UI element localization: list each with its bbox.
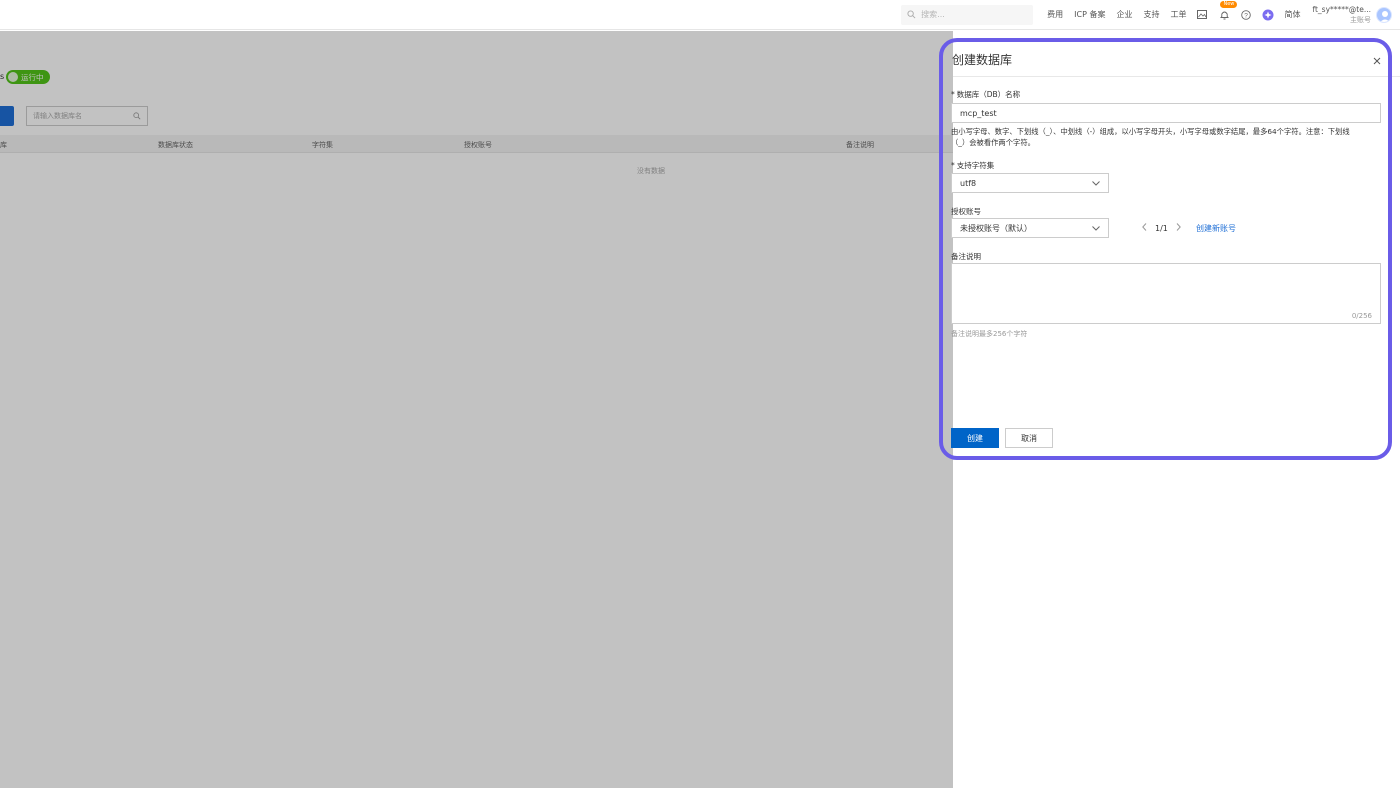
db-name-value: mcp_test xyxy=(960,108,997,118)
modal-overlay[interactable] xyxy=(0,31,953,788)
top-icons: New ? 简体 xyxy=(1196,0,1300,21)
remark-hint: 备注说明最多256个字符 xyxy=(951,330,1028,338)
nav-icp[interactable]: ICP 备案 xyxy=(1074,9,1105,20)
new-badge: New xyxy=(1220,0,1238,8)
close-icon xyxy=(1373,57,1381,65)
account-label: 授权账号 xyxy=(951,206,981,217)
drawer-title: 创建数据库 xyxy=(952,53,1013,67)
account-pager: 1/1 xyxy=(1142,223,1181,233)
charset-label-text: 支持字符集 xyxy=(956,161,995,170)
account-label-text: 授权账号 xyxy=(951,207,981,216)
help-icon[interactable]: ? xyxy=(1240,9,1252,21)
charset-value: utf8 xyxy=(960,178,977,188)
remark-counter: 0/256 xyxy=(1351,312,1372,320)
drawer-header: 创建数据库 xyxy=(952,31,1400,77)
language-switch[interactable]: 简体 xyxy=(1284,9,1300,20)
nav-support[interactable]: 支持 xyxy=(1143,9,1159,20)
charset-select[interactable]: utf8 xyxy=(951,173,1109,193)
db-name-label: * 数据库（DB）名称 xyxy=(951,89,1020,100)
account-value: 未授权账号（默认） xyxy=(960,223,1032,233)
global-search[interactable]: 搜索... xyxy=(901,4,1034,25)
pager-text: 1/1 xyxy=(1155,223,1168,233)
nav-ticket[interactable]: 工单 xyxy=(1170,9,1186,20)
db-name-hint: 由小写字母、数字、下划线（_）、中划线（-）组成，以小写字母开头，小写字母或数字… xyxy=(951,126,1391,148)
avatar[interactable] xyxy=(1376,6,1392,23)
top-nav: 费用 ICP 备案 企业 支持 工单 xyxy=(1047,9,1186,20)
required-mark: * xyxy=(951,90,955,99)
charset-label: * 支持字符集 xyxy=(951,160,994,171)
remark-textarea[interactable]: 0/256 xyxy=(951,263,1381,324)
global-search-placeholder: 搜索... xyxy=(921,10,945,19)
db-name-input[interactable]: mcp_test xyxy=(951,103,1381,123)
search-icon xyxy=(907,10,916,19)
top-bar: 搜索... 费用 ICP 备案 企业 支持 工单 New ? 简体 ft_sy*… xyxy=(0,0,1400,30)
remark-label: 备注说明 xyxy=(951,251,981,262)
svg-text:?: ? xyxy=(1245,12,1249,19)
create-button[interactable]: 创建 xyxy=(951,428,999,448)
image-icon[interactable] xyxy=(1196,9,1208,21)
create-account-link[interactable]: 创建新账号 xyxy=(1196,223,1236,234)
nav-enterprise[interactable]: 企业 xyxy=(1116,9,1132,20)
chevron-down-icon xyxy=(1092,225,1100,231)
db-name-label-text: 数据库（DB）名称 xyxy=(956,90,1021,99)
user-info: ft_sy*****@te... 主账号 xyxy=(1312,5,1371,25)
close-button[interactable] xyxy=(1371,55,1383,67)
chevron-right-icon[interactable] xyxy=(1176,223,1181,233)
remark-label-text: 备注说明 xyxy=(951,252,981,261)
ai-assistant-icon[interactable] xyxy=(1262,9,1274,21)
chevron-left-icon[interactable] xyxy=(1142,223,1147,233)
db-name-hint-line1: 由小写字母、数字、下划线（_）、中划线（-）组成，以小写字母开头，小写字母或数字… xyxy=(951,127,1350,136)
user-menu[interactable]: ft_sy*****@te... 主账号 xyxy=(1312,5,1392,25)
db-name-hint-line2: （_）会被看作两个字符。 xyxy=(951,138,1035,147)
account-select[interactable]: 未授权账号（默认） xyxy=(951,218,1109,238)
nav-billing[interactable]: 费用 xyxy=(1047,9,1063,20)
background-page: s 运行中 请输入数据库名 库 数据库状态 字符集 授权账号 备注说明 没有数据 xyxy=(0,31,953,788)
cancel-button[interactable]: 取消 xyxy=(1005,428,1053,448)
user-role: 主账号 xyxy=(1350,15,1371,24)
chevron-down-icon xyxy=(1092,180,1100,186)
create-database-drawer: 创建数据库 * 数据库（DB）名称 mcp_test 由小写字母、数字、下划线（_… xyxy=(951,31,1400,788)
user-name: ft_sy*****@te... xyxy=(1312,4,1371,14)
required-mark: * xyxy=(951,161,955,170)
bell-icon[interactable]: New xyxy=(1218,0,1238,21)
